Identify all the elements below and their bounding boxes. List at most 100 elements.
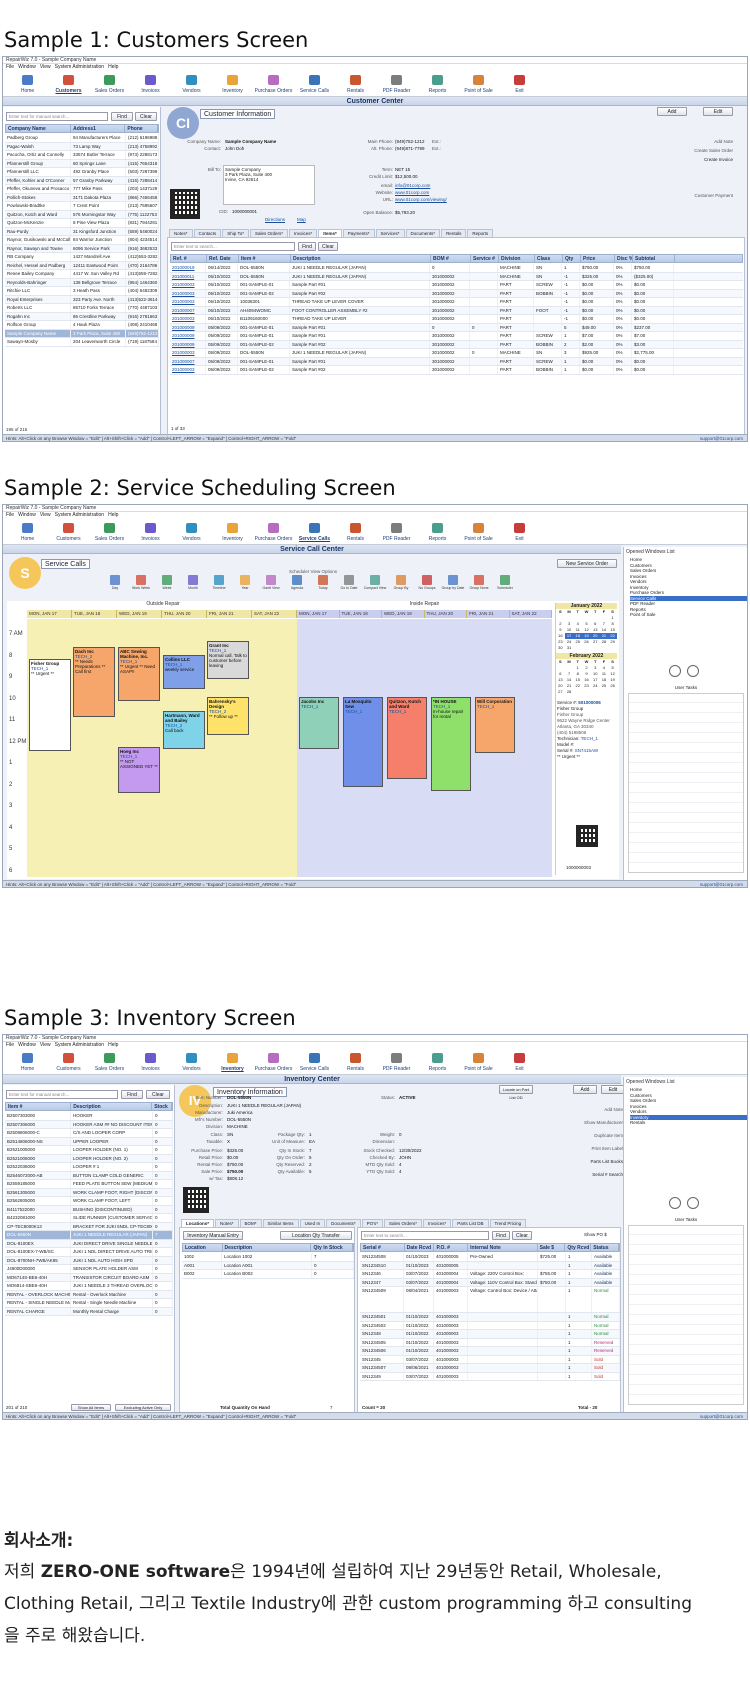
tab-contacts[interactable]: Contacts bbox=[193, 229, 222, 237]
service-event[interactable]: La Mosquito Sew TECH_1 bbox=[343, 697, 383, 787]
directions-link[interactable]: Directions bbox=[265, 217, 285, 222]
serial-search-link[interactable]: Serial # Search bbox=[553, 1168, 623, 1181]
table-row[interactable]: SN12346 03/07/2022 401000004 Voltage: 220V … bbox=[360, 1270, 620, 1279]
menu-item-help[interactable]: Help bbox=[108, 512, 118, 519]
toolbar-exit-button[interactable]: Exit bbox=[499, 520, 540, 544]
view-week-button[interactable]: Week bbox=[155, 575, 179, 599]
toolbar-rentals-button[interactable]: Rentals bbox=[335, 520, 376, 544]
menu-item-file[interactable]: File bbox=[6, 64, 14, 71]
table-row[interactable]: DOL-8100EX JUKI DIRECT DRIVE SINGLE NEEDL… bbox=[5, 1239, 173, 1248]
view-today-button[interactable]: Today bbox=[311, 575, 335, 599]
toolbar-rentals-button[interactable]: Rentals bbox=[335, 72, 376, 96]
duplicate-item-link[interactable]: Duplicate Item bbox=[553, 1129, 623, 1142]
table-row[interactable]: 201000007 05/09/2022 001-SAMPLE-01 Sample P… bbox=[170, 357, 743, 366]
table-row[interactable]: B2521006000 LOOPER HOLDER (NO. 2) 0 bbox=[5, 1154, 173, 1163]
col-header[interactable]: Serial # bbox=[361, 1244, 405, 1251]
table-row[interactable]: Padberg Group 94 Manufacturers Place (212)… bbox=[5, 134, 159, 143]
table-row[interactable]: SN1234505 01/10/2022 401000003 1 Reserved bbox=[360, 1338, 620, 1347]
table-row[interactable]: Roberts LLC 85710 Forks Terrace (770) 4487… bbox=[5, 304, 159, 313]
toolbar-rentals-button[interactable]: Rentals bbox=[335, 1050, 376, 1074]
search-input[interactable]: Enter text for manual search... bbox=[6, 1090, 118, 1099]
search-input[interactable]: Enter text for manual search... bbox=[6, 112, 108, 121]
serial-clear-button[interactable]: Clear bbox=[512, 1231, 532, 1240]
col-header[interactable]: Date Rcvd bbox=[405, 1244, 435, 1251]
service-event[interactable]: Dach Inc TECH_2 ** Needs Preparations ** C… bbox=[73, 647, 115, 717]
serial-find-button[interactable]: Find bbox=[492, 1231, 510, 1240]
table-row[interactable]: Pollich-Stokes 3171 Dakota Plaza (866) 745… bbox=[5, 193, 159, 202]
view-compact-view-button[interactable]: Compact View bbox=[363, 575, 387, 599]
table-row[interactable]: DOL-5550N JUKI 1 NEEDLE REGULAR (JAPAN) 7 bbox=[5, 1231, 173, 1240]
find-button[interactable]: Find bbox=[111, 112, 133, 121]
items-search-input[interactable]: Enter text to search... bbox=[171, 242, 295, 251]
col-address[interactable]: Address1 bbox=[71, 125, 126, 132]
col-header[interactable]: Class bbox=[535, 255, 563, 262]
table-row[interactable]: Pfeffer, Kohler and O'Conner 57 Granby Pa… bbox=[5, 176, 159, 185]
toolbar-point-of-sale-button[interactable]: Point of Sale bbox=[458, 520, 499, 544]
tab-locations[interactable]: Locations* bbox=[181, 1219, 215, 1227]
table-row[interactable]: Pfannerstill LLC 492 Granby Place (503) 72… bbox=[5, 168, 159, 177]
toolbar-purchase-orders-button[interactable]: Purchase Orders bbox=[253, 520, 294, 544]
menu-item-help[interactable]: Help bbox=[108, 1042, 118, 1049]
menu-item-system-administration[interactable]: System Administration bbox=[55, 64, 104, 71]
col-header[interactable]: Qty Rcvd bbox=[565, 1244, 592, 1251]
items-clear-button[interactable]: Clear bbox=[318, 242, 338, 251]
tab-reports[interactable]: Reports bbox=[467, 229, 494, 237]
table-row[interactable]: 201000003 05/09/2022 DOL-5550N JUKI 1 NEEDL… bbox=[170, 349, 743, 358]
table-row[interactable]: MO6814-SBE6-40H JUKI 1 NEEDLE 3 THREAD OV… bbox=[5, 1282, 173, 1291]
toolbar-customers-button[interactable]: Customers bbox=[48, 520, 89, 544]
edit-button[interactable]: Edit bbox=[601, 1085, 625, 1094]
table-row[interactable]: B2561305000 WORK CLAMP FOOT, RIGHT (DISCO… bbox=[5, 1188, 173, 1197]
clear-button[interactable]: Clear bbox=[135, 112, 157, 121]
toolbar-reports-button[interactable]: Reports bbox=[417, 1050, 458, 1074]
table-row[interactable]: B2507303000 HOOKER 0 bbox=[5, 1112, 173, 1121]
toolbar-invoices-button[interactable]: Invoices bbox=[130, 1050, 171, 1074]
col-header[interactable]: Ref. Date bbox=[207, 255, 239, 262]
calendar-day[interactable]: 25 bbox=[573, 639, 582, 645]
table-row[interactable]: SN12348 01/10/2022 401000003 1 Normal bbox=[360, 1330, 620, 1339]
col-description[interactable]: Description bbox=[71, 1103, 153, 1110]
show-po-checkbox[interactable]: Show PO $ bbox=[584, 1232, 607, 1237]
tab-usedin[interactable]: Used In bbox=[299, 1219, 326, 1227]
excluding-active-button[interactable]: Excluding Active Only bbox=[115, 1404, 171, 1411]
table-row[interactable]: Reichel, Hessel and Padberg 12411 Eastwoo… bbox=[5, 261, 159, 270]
tab-notes[interactable]: Notes* bbox=[215, 1219, 239, 1227]
tab-invoices[interactable]: Invoices* bbox=[288, 229, 318, 237]
col-header[interactable]: Ref. # bbox=[171, 255, 207, 262]
toolbar-point-of-sale-button[interactable]: Point of Sale bbox=[458, 1050, 499, 1074]
table-row[interactable]: B2521005000 LOOPER HOLDER (NO. 1) 0 bbox=[5, 1146, 173, 1155]
col-header[interactable]: Status bbox=[591, 1244, 620, 1251]
col-header[interactable]: Price bbox=[581, 255, 615, 262]
table-row[interactable]: 201000009 05/09/2022 001-SAMPLE-01 Sample P… bbox=[170, 323, 743, 332]
service-event[interactable]: *IN HOUSE TECH_1 In-house repair for renta… bbox=[431, 697, 471, 791]
col-company[interactable]: Company Name bbox=[6, 125, 72, 132]
toolbar-home-button[interactable]: Home bbox=[7, 72, 48, 96]
col-loc-description[interactable]: Description bbox=[223, 1244, 312, 1251]
menu-item-help[interactable]: Help bbox=[108, 64, 118, 71]
toolbar-vendors-button[interactable]: Vendors bbox=[171, 520, 212, 544]
view-group-by-button[interactable]: Group By bbox=[389, 575, 413, 599]
service-event[interactable]: Bahrensky's Design TECH_2 ** Follow up ** bbox=[207, 697, 249, 735]
toolbar-exit-button[interactable]: Exit bbox=[499, 72, 540, 96]
col-stock[interactable]: Stock bbox=[152, 1103, 172, 1110]
toolbar-service-calls-button[interactable]: Service Calls bbox=[294, 520, 335, 544]
table-row[interactable]: SN1234501 01/10/2022 401000003 1 Normal bbox=[360, 1313, 620, 1322]
table-row[interactable]: B2522036000 LOOPER # 10 bbox=[5, 1163, 173, 1172]
table-row[interactable]: SN12349 03/07/2022 401000003 1 Sold bbox=[360, 1372, 620, 1381]
calendar-day[interactable]: 27 bbox=[591, 639, 600, 645]
table-row[interactable]: B4117522000 BUSHING (DISCONTINUED) 0 bbox=[5, 1205, 173, 1214]
table-row[interactable]: Ritchie LLC 3 Heath Pass (404) 6482309 bbox=[5, 287, 159, 296]
tab-items[interactable]: Items* bbox=[318, 229, 342, 237]
service-event[interactable]: Jacobs Inc TECH_1 bbox=[299, 697, 339, 749]
calendar-day[interactable]: 29 bbox=[608, 639, 617, 645]
col-header[interactable]: Division bbox=[499, 255, 535, 262]
toolbar-sales-orders-button[interactable]: Sales Orders bbox=[89, 1050, 130, 1074]
toolbar-service-calls-button[interactable]: Service Calls bbox=[294, 72, 335, 96]
table-row[interactable]: 201000003 05/10/2022 001-SAMPLE-02 Sample P… bbox=[170, 289, 743, 298]
opened-window-item[interactable]: Rentals bbox=[630, 1120, 747, 1126]
toolbar-vendors-button[interactable]: Vendors bbox=[171, 72, 212, 96]
tab-documents[interactable]: Documents* bbox=[326, 1219, 361, 1227]
table-row[interactable]: RENTAL - SINGLE NEEDLE MACHINERental - S… bbox=[5, 1299, 173, 1308]
table-row[interactable]: Pagac-Walsh 73 Lamp Way (213) 4758992 bbox=[5, 142, 159, 151]
table-row[interactable]: SN1234509 08/04/2021 401000003 Voltage: Con… bbox=[360, 1287, 620, 1313]
table-row[interactable]: Reynolds-Bahringer 138 Bellgrove Terrace(… bbox=[5, 278, 159, 287]
